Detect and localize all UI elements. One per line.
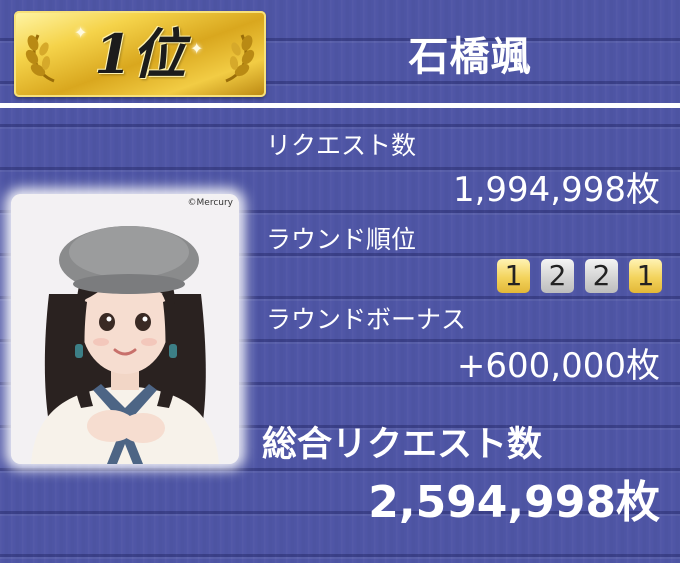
round-rank-label: ラウンド順位: [266, 225, 417, 254]
bonus-value: +600,000枚: [456, 346, 660, 386]
round-rank-list: 1 2 2 1: [497, 259, 662, 295]
round-rank-chip: 1: [497, 259, 530, 293]
header-divider: [0, 103, 680, 108]
round-rank-chip: 2: [541, 259, 574, 293]
rank-badge: ✦ ✦ 1位: [14, 11, 266, 97]
bonus-label: ラウンドボーナス: [266, 305, 467, 334]
member-name: 石橋颯: [408, 34, 532, 80]
total-requests-value: 2,594,998枚: [368, 477, 660, 528]
photo-credit: ©Mercury: [187, 198, 233, 208]
round-rank-chip: 1: [629, 259, 662, 293]
total-requests-label: 総合リクエスト数: [262, 425, 543, 465]
member-portrait-image: [11, 194, 239, 464]
rank-label: 1位: [94, 22, 186, 86]
requests-label: リクエスト数: [266, 131, 417, 160]
round-rank-chip: 2: [585, 259, 618, 293]
ranking-card: ✦ ✦ 1位 石橋颯 ©Mercury リクエスト数 1,994,998枚 ラウ…: [0, 0, 680, 563]
member-photo: ©Mercury: [11, 194, 239, 464]
requests-value: 1,994,998枚: [452, 170, 660, 210]
